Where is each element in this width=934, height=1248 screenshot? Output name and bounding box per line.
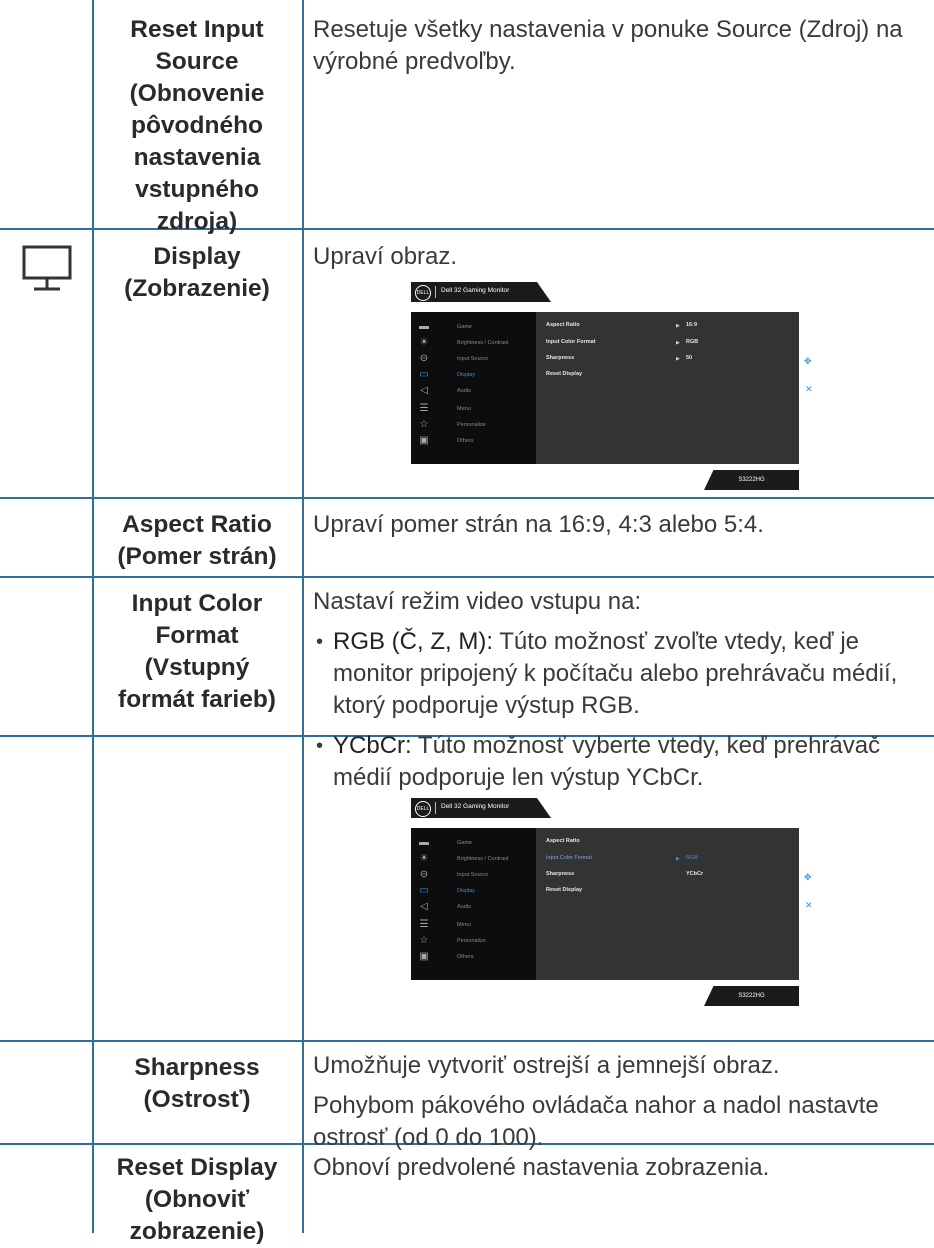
osd-value-input-color-format: RGB [686,339,699,345]
osd-sub-input-color-format: Input Color Format [546,855,592,861]
osd-menu-item-audio: ◁ Audio [417,384,535,397]
osd-menu-item-personalize: ☆ Personalize [417,418,535,431]
osd-sub-aspect-ratio: Aspect Ratio [546,838,580,844]
osd-menu-item-input-source: ⊝ Input Source [417,868,535,881]
osd-title: Dell 32 Gaming Monitor [441,803,510,810]
osd-sub-sharpness: Sharpness [546,871,575,877]
dell-logo: DELL [415,285,431,301]
osd-menu-item-personalize: ☆ Personalize [417,934,535,947]
osd-sub-aspect-ratio: Aspect Ratio [546,322,580,328]
move-icon: ✥ [804,872,812,882]
osd-main-menu: ▬ Game ☀ Brightness / Contrast ⊝ Input Sour… [411,828,536,980]
column-divider-1 [92,0,94,1233]
osd-submenu: Aspect Ratio Input Color Format ▶ RGB Sh… [536,828,799,980]
input-source-icon: ⊝ [419,353,429,364]
osd-menu-item-display: ▭ Display [417,884,535,897]
brightness-icon: ☀ [419,853,429,864]
arrow-right-icon: ▶ [676,356,680,362]
menu-icon: ☰ [419,403,429,414]
osd-sub-reset-display: Reset Display [546,371,583,377]
osd-menu-item-brightness: ☀ Brightness / Contrast [417,336,535,349]
close-icon: ✕ [805,900,813,910]
row-divider [0,1040,934,1042]
menu-icon: ☰ [419,919,429,930]
osd-submenu: Aspect Ratio ▶ 16:9 Input Color Format ▶… [536,312,799,464]
display-icon: ▭ [419,369,429,380]
game-icon: ▬ [419,837,429,848]
osd-menu-item-input-source: ⊝ Input Source [417,352,535,365]
arrow-right-icon: ▶ [676,856,680,862]
intro-text: Nastaví režim video vstupu na: [313,588,642,615]
row-name-aspect-ratio: Aspect Ratio (Pomer strán) [117,511,277,570]
osd-menu-item-audio: ◁ Audio [417,900,535,913]
monitor-icon [22,245,72,298]
osd-title-tab: DELL Dell 32 Gaming Monitor [411,798,551,818]
row-desc-display: Upraví obraz. [313,243,458,270]
others-icon: ▣ [419,951,429,962]
dell-logo: DELL [415,801,431,817]
star-icon: ☆ [419,419,429,430]
osd-title: Dell 32 Gaming Monitor [441,287,510,294]
row-desc-input-color-format: Nastaví režim video vstupu na: • RGB (Č, … [313,586,928,794]
move-icon: ✥ [804,356,812,366]
row-desc-sharpness: Umožňuje vytvoriť ostrejší a jemnejší ob… [313,1052,879,1151]
row-divider [0,576,934,578]
row-name-reset-display: Reset Display (Obnoviť zobrazenie) [116,1154,278,1245]
osd-title-tab: DELL Dell 32 Gaming Monitor [411,282,551,302]
osd-menu-item-menu: ☰ Menu [417,918,535,931]
row-name-sharpness: Sharpness (Ostrosť) [134,1054,260,1113]
osd-model-tab: S3222HG [704,470,799,490]
input-source-icon: ⊝ [419,869,429,880]
bullet-ycbcr: • YCbCr: Túto možnosť vyberte vtedy, keď … [316,732,881,791]
osd-menu-item-game: ▬ Game [419,321,472,332]
row-desc-reset-display: Obnoví predvolené nastavenia zobrazenia. [313,1154,770,1181]
row-divider [0,497,934,499]
others-icon: ▣ [419,435,429,446]
column-divider-2 [302,0,304,1233]
arrow-right-icon: ▶ [676,323,680,329]
osd-value-aspect-ratio: 16:9 [686,322,698,328]
row-name-input-color-format: Input Color Format (Vstupný formát farie… [118,590,276,713]
star-icon: ☆ [419,935,429,946]
osd-menu-item-menu: ☰ Menu [417,402,535,415]
audio-icon: ◁ [420,901,428,912]
osd-main-menu: ▬ Game ☀ Brightness / Contrast ⊝ Input Sour… [411,312,536,464]
game-icon: ▬ [419,321,429,332]
osd-menu-item-others: ▣ Others [417,950,535,963]
osd-model-tab: S3222HG [704,986,799,1006]
bullet-rgb: • RGB (Č, Z, M): Túto možnosť zvoľte vted… [316,628,898,719]
osd-sub-reset-display: Reset Display [546,887,583,893]
osd-option-rgb: RGB [686,855,698,861]
audio-icon: ◁ [420,385,428,396]
osd-option-ycbcr: YCbCr [686,871,704,877]
arrow-right-icon: ▶ [676,340,680,346]
osd-value-sharpness: 50 [686,355,693,361]
osd-menu-item-game: ▬ Game [419,837,472,848]
osd-sub-sharpness: Sharpness [546,355,575,361]
osd-menu-item-brightness: ☀ Brightness / Contrast [417,852,535,865]
row-name-display: Display (Zobrazenie) [124,243,270,302]
bullet-icon: • [316,631,324,653]
osd-screenshot-display: DELL Dell 32 Gaming Monitor ▬ Game ☀ Brigh… [411,282,813,494]
row-desc-aspect-ratio: Upraví pomer strán na 16:9, 4:3 alebo 5:… [313,511,764,538]
osd-screenshot-input-color-format: DELL Dell 32 Gaming Monitor ▬ Game ☀ Brigh… [411,798,813,1010]
osd-sub-input-color-format: Input Color Format [546,339,596,345]
brightness-icon: ☀ [419,337,429,348]
row-desc-reset-input-source: Resetuje všetky nastavenia v ponuke Sour… [313,16,903,75]
bullet-icon: • [316,735,324,757]
row-name-reset-input-source: Reset Input Source (Obnovenie pôvodného … [129,16,265,235]
display-icon: ▭ [419,885,429,896]
osd-menu-item-display: ▭ Display [417,368,535,381]
osd-menu-item-others: ▣ Others [417,434,535,447]
close-icon: ✕ [805,384,813,394]
